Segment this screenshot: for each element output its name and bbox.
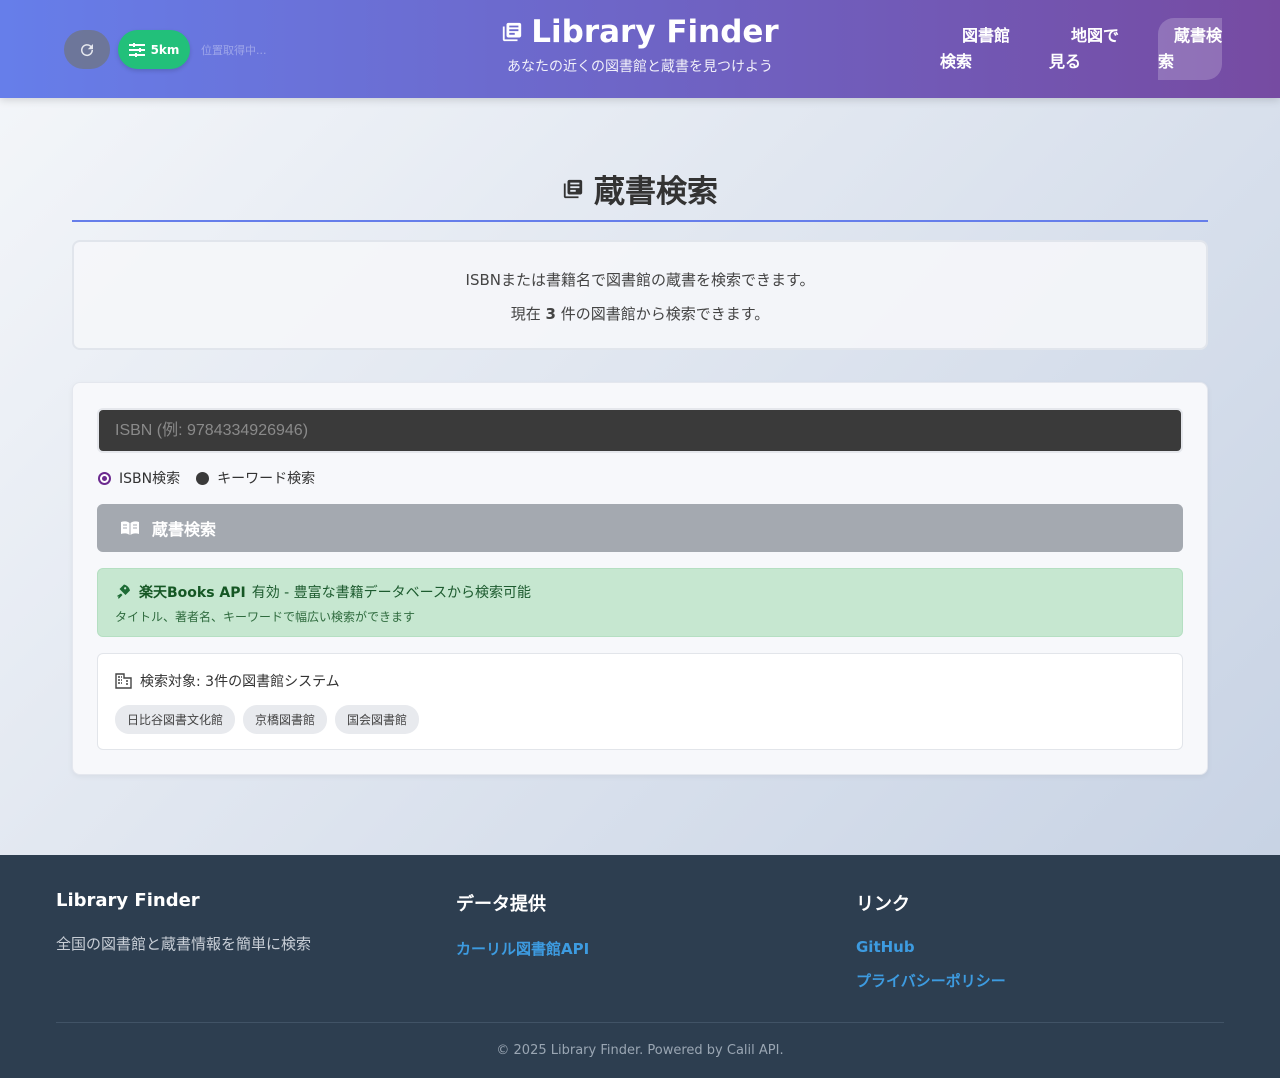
info-count-prefix: 現在 xyxy=(510,305,541,323)
info-library-count: 現在 3 件の図書館から検索できます。 xyxy=(74,303,1206,324)
search-targets-heading-text: 検索対象: 3件の図書館システム xyxy=(140,674,340,690)
open-book-icon xyxy=(121,521,139,535)
info-count-suffix: 件の図書館から検索できます。 xyxy=(560,305,770,323)
library-chips: 日比谷図書文化館 京橋図書館 国会図書館 xyxy=(115,705,1165,734)
refresh-icon xyxy=(81,43,94,56)
footer-about-title: Library Finder xyxy=(56,890,200,911)
api-notice: 楽天Books API 有効 - 豊富な書籍データベースから検索可能 タイトル、… xyxy=(97,568,1183,637)
radio-isbn[interactable]: ISBN検索 xyxy=(98,468,180,488)
api-status-text: 有効 - 豊富な書籍データベースから検索可能 xyxy=(251,585,531,601)
library-chip[interactable]: 京橋図書館 xyxy=(243,705,328,734)
radius-label: 5km xyxy=(150,42,180,57)
footer-data: データ提供 カーリル図書館API xyxy=(456,890,589,973)
github-link[interactable]: GitHub xyxy=(856,938,1006,956)
radio-isbn-label: ISBN検索 xyxy=(119,471,181,487)
search-targets: 検索対象: 3件の図書館システム 日比谷図書文化館 京橋図書館 国会図書館 xyxy=(97,653,1183,750)
nav-label-line2: 検索 xyxy=(940,52,973,71)
radius-filter-button[interactable]: 5km xyxy=(118,30,190,69)
footer: Library Finder 全国の図書館と蔵書情報を簡単に検索 データ提供 カ… xyxy=(0,855,1280,1078)
footer-about-text: 全国の図書館と蔵書情報を簡単に検索 xyxy=(56,935,312,953)
search-card: ISBN検索 キーワード検索 蔵書検索 楽天Books API 有効 - 豊富な… xyxy=(72,382,1208,775)
books-icon xyxy=(563,179,583,198)
radio-isbn-indicator[interactable] xyxy=(98,471,111,485)
page-title-text: 蔵書検索 xyxy=(594,174,718,210)
footer-data-title: データ提供 xyxy=(456,894,546,915)
api-notice-main: 楽天Books API 有効 - 豊富な書籍データベースから検索可能 xyxy=(115,582,1165,602)
refresh-location-button[interactable] xyxy=(64,30,110,69)
footer-about: Library Finder 全国の図書館と蔵書情報を簡単に検索 xyxy=(56,890,311,954)
search-input[interactable] xyxy=(97,408,1183,453)
search-targets-heading: 検索対象: 3件の図書館システム xyxy=(115,671,1165,691)
api-notice-sub: タイトル、著者名、キーワードで幅広い検索ができます xyxy=(115,610,416,624)
copyright: © 2025 Library Finder. Powered by Calil … xyxy=(496,1043,784,1058)
library-chip[interactable]: 国会図書館 xyxy=(335,705,420,734)
app-title: Library Finder xyxy=(501,14,779,50)
nav-label-line2: 索 xyxy=(1158,52,1175,71)
building-icon xyxy=(115,673,132,689)
info-description: ISBNまたは書籍名で図書館の蔵書を検索できます。 xyxy=(465,271,815,289)
footer-links: リンク GitHub プライバシーポリシー xyxy=(856,890,1006,1005)
nav-label-line2: 見る xyxy=(1049,52,1082,71)
radio-keyword-indicator[interactable] xyxy=(196,471,210,485)
header: 5km 位置取得中... Library Finder あなたの近くの図書館と蔵… xyxy=(0,0,1280,98)
rocket-icon xyxy=(117,584,130,599)
search-mode-group: ISBN検索 キーワード検索 xyxy=(98,468,331,488)
radio-keyword-label: キーワード検索 xyxy=(217,471,316,487)
info-card: ISBNまたは書籍名で図書館の蔵書を検索できます。 現在 3 件の図書館から検索… xyxy=(72,240,1208,350)
books-icon xyxy=(503,22,522,42)
nav-book-search[interactable]: 蔵書検索 xyxy=(1158,18,1222,80)
nav-label-line1: 蔵書検 xyxy=(1173,26,1222,45)
footer-divider xyxy=(56,1022,1224,1023)
nav-label-line1: 図書館 xyxy=(961,26,1010,45)
api-name: 楽天Books API xyxy=(139,585,246,601)
brand: Library Finder あなたの近くの図書館と蔵書を見つけよう xyxy=(440,14,840,76)
calil-api-link[interactable]: カーリル図書館API xyxy=(456,938,589,959)
app-title-text: Library Finder xyxy=(531,14,779,50)
footer-links-title: リンク xyxy=(856,894,910,915)
radio-keyword[interactable]: キーワード検索 xyxy=(196,468,315,488)
page-title: 蔵書検索 xyxy=(72,166,1208,222)
nav-library-search[interactable]: 図書館検索 xyxy=(940,23,1010,75)
book-search-button[interactable]: 蔵書検索 xyxy=(97,504,1183,552)
privacy-policy-link[interactable]: プライバシーポリシー xyxy=(856,970,1006,991)
library-count: 3 xyxy=(545,305,556,323)
nav-label-line1: 地図で xyxy=(1070,26,1119,45)
location-status: 位置取得中... xyxy=(201,44,267,57)
library-chip[interactable]: 日比谷図書文化館 xyxy=(115,705,236,734)
book-search-button-label: 蔵書検索 xyxy=(152,520,217,539)
nav-map-view[interactable]: 地図で見る xyxy=(1049,23,1119,75)
sliders-icon xyxy=(128,42,145,57)
app-subtitle: あなたの近くの図書館と蔵書を見つけよう xyxy=(507,59,773,75)
